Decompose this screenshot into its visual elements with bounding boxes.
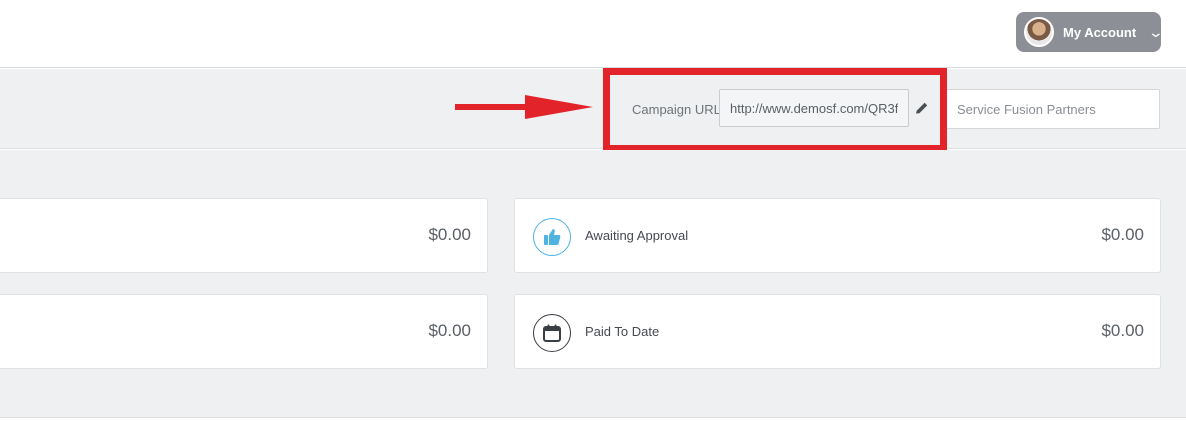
stat-card-left-2: $0.00 bbox=[0, 294, 488, 369]
top-header: My Account ⌄ bbox=[0, 0, 1186, 68]
stats-area bbox=[0, 150, 1186, 418]
calendar-icon bbox=[533, 314, 571, 352]
partner-search-input[interactable] bbox=[946, 89, 1160, 129]
awaiting-approval-title: Awaiting Approval bbox=[585, 228, 689, 243]
awaiting-approval-amount: $0.00 bbox=[1101, 225, 1144, 244]
stat-card-left-1: $0.00 bbox=[0, 198, 488, 273]
thumbs-up-icon bbox=[533, 218, 571, 256]
paid-to-date-amount: $0.00 bbox=[1101, 321, 1144, 340]
paid-to-date-title: Paid To Date bbox=[585, 324, 660, 339]
awaiting-approval-card: Awaiting Approval $0.00 bbox=[514, 198, 1161, 273]
user-avatar bbox=[1024, 17, 1054, 47]
my-account-button[interactable]: My Account ⌄ bbox=[1016, 12, 1165, 52]
stat-amount: $0.00 bbox=[428, 321, 471, 340]
red-highlight-box-annotation bbox=[603, 68, 947, 152]
chevron-down-icon: ⌄ bbox=[1147, 23, 1165, 40]
red-arrow-annotation bbox=[455, 95, 593, 119]
paid-to-date-card: Paid To Date $0.00 bbox=[514, 294, 1161, 369]
my-account-label: My Account bbox=[1063, 24, 1137, 40]
stat-amount: $0.00 bbox=[428, 225, 471, 244]
